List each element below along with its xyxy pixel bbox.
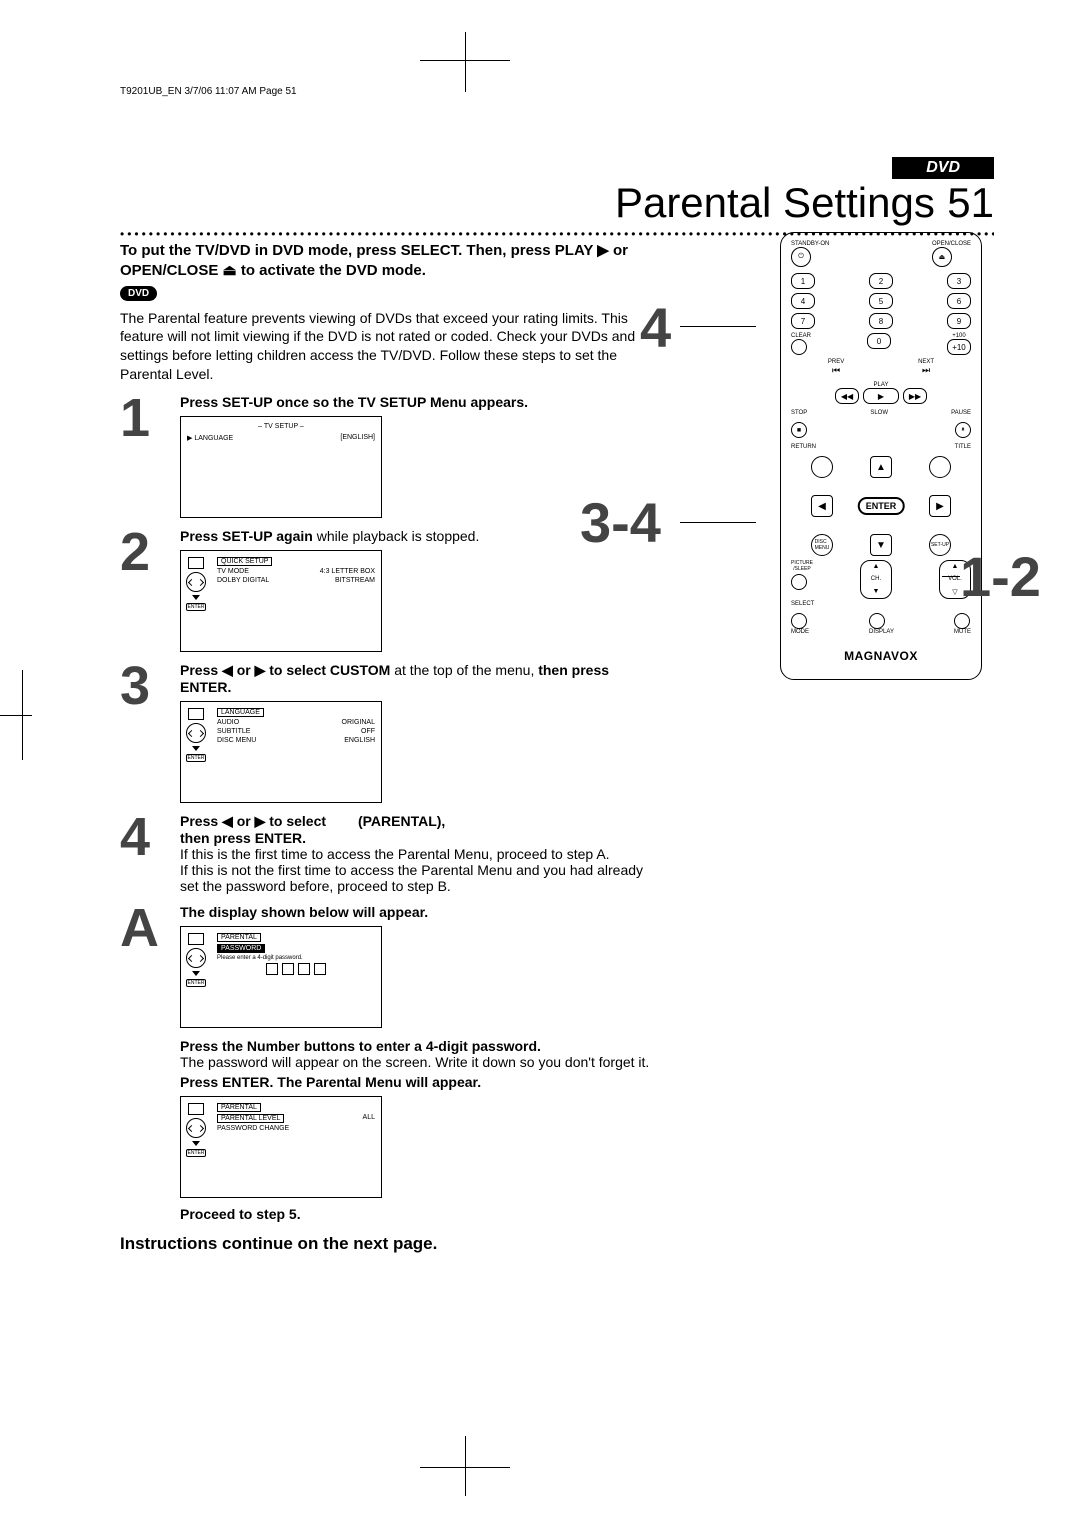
screen-parental-pw: ENTER PARENTAL PASSWORD Please enter a 4… xyxy=(180,926,382,1028)
stepA-line2-bold: Press the Number buttons to enter a 4-di… xyxy=(180,1038,541,1054)
remote-up-arrow: ▲ xyxy=(870,456,892,478)
step4-parental-label: (PARENTAL), xyxy=(358,813,445,829)
page-number: 51 xyxy=(947,179,994,226)
intro-text: To put the TV/DVD in DVD mode, press SEL… xyxy=(120,241,660,282)
callout-3-4: 3-4 xyxy=(580,490,661,555)
page-title: Parental Settings xyxy=(615,179,935,226)
callout-4: 4 xyxy=(640,295,671,360)
remote-right-arrow: ▶ xyxy=(929,495,951,517)
screen-tv-setup: – TV SETUP – ▶ LANGUAGE[ENGLISH] xyxy=(180,416,382,518)
step4-number: 4 xyxy=(120,813,180,894)
step4-line2: then press ENTER. xyxy=(180,830,306,846)
stepA-letter: A xyxy=(120,904,180,1222)
remote-down-arrow: ▼ xyxy=(870,534,892,556)
step4-para1: If this is the first time to access the … xyxy=(180,846,660,862)
section-tab: DVD xyxy=(892,157,994,179)
stepA-line3: Press ENTER. The Parental Menu will appe… xyxy=(180,1074,660,1090)
stepA-line1: The display shown below will appear. xyxy=(180,904,428,920)
step1-text: Press SET-UP once so the TV SETUP Menu a… xyxy=(180,394,528,410)
step4-line1a: Press ◀ or ▶ to select xyxy=(180,813,326,829)
callout-1-2: 1-2 xyxy=(960,544,1041,609)
step3-text: at the top of the menu, xyxy=(390,662,538,678)
stepA-line2-plain: The password will appear on the screen. … xyxy=(180,1054,649,1070)
body-text: The Parental feature prevents viewing of… xyxy=(120,309,660,385)
stepA-proceed: Proceed to step 5. xyxy=(180,1206,660,1222)
step1-number: 1 xyxy=(120,394,180,518)
remote-brand: MAGNAVOX xyxy=(791,649,971,663)
remote-illustration: STANDBY-ON⏻ OPEN/CLOSE⏏ 123 456 789 CLEA… xyxy=(780,232,980,680)
remote-enter-button: ENTER xyxy=(858,497,905,515)
print-header: T9201UB_EN 3/7/06 11:07 AM Page 51 xyxy=(120,86,994,97)
screen-quick-setup: ENTER QUICK SETUP TV MODE4:3 LETTER BOX … xyxy=(180,550,382,652)
step4-para2: If this is not the first time to access … xyxy=(180,862,660,894)
screen-parental-menu: ENTER PARENTAL PARENTAL LEVELALL PASSWOR… xyxy=(180,1096,382,1198)
remote-left-arrow: ◀ xyxy=(811,495,833,517)
continue-text: Instructions continue on the next page. xyxy=(120,1234,660,1254)
step3-text-bold1: Press ◀ or ▶ to select CUSTOM xyxy=(180,662,390,678)
step2-text: while playback is stopped. xyxy=(313,528,480,544)
step2-text-bold: Press SET-UP again xyxy=(180,528,313,544)
screen-language: ENTER LANGUAGE AUDIOORIGINAL SUBTITLEOFF… xyxy=(180,701,382,803)
step3-number: 3 xyxy=(120,662,180,803)
dvd-badge: DVD xyxy=(120,286,157,301)
step2-number: 2 xyxy=(120,528,180,652)
